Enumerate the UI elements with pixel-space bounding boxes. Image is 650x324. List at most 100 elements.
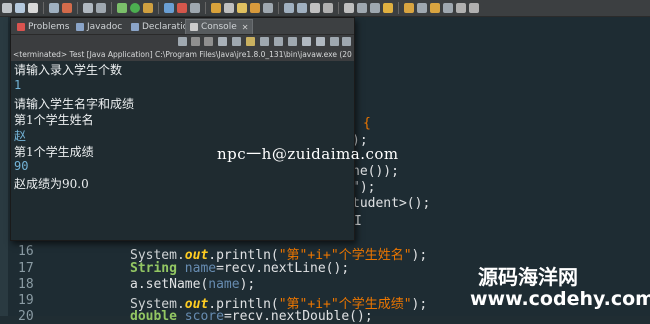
code-token: a.setName( (130, 277, 209, 292)
code-fragment: tudent>(); (352, 196, 431, 211)
editor-gutter (0, 17, 8, 316)
toolbar-separator (338, 2, 339, 14)
code-token: score (184, 309, 224, 324)
code-token: =recv.nextDouble(); (223, 309, 373, 324)
tab-label: Problems (28, 21, 70, 32)
back-arrow-icon[interactable] (404, 3, 414, 13)
site-logo: 源码海洋网 (478, 265, 578, 289)
toolbar-separator (77, 2, 78, 14)
toolbar-icon[interactable] (49, 3, 59, 13)
tab-label: Javadoc (87, 21, 123, 32)
code-line: double score=recv.nextDouble(); (130, 309, 373, 324)
toolbar-icon[interactable] (357, 3, 367, 13)
scroll-lock-icon[interactable] (232, 37, 241, 46)
code-token: name (208, 277, 240, 292)
javadoc-icon (76, 22, 84, 31)
toolbar-icon[interactable] (143, 3, 153, 13)
tab-problems[interactable]: Problems (13, 19, 73, 34)
text-cursor: I (354, 214, 362, 229)
toolbar-icon[interactable] (211, 3, 221, 13)
view-tab-bar: Problems Javadoc Declaration Console ✕ (11, 18, 354, 35)
console-line: 第1个学生姓名 (14, 113, 94, 127)
line-number: 20 (18, 309, 34, 324)
toolbar-icon[interactable] (284, 3, 294, 13)
minimize-icon[interactable] (330, 37, 339, 46)
line-number: 19 (18, 293, 34, 308)
code-token: name (184, 261, 217, 276)
terminate-icon[interactable] (178, 37, 187, 46)
toolbar-icon[interactable] (177, 3, 187, 13)
declaration-icon (131, 22, 139, 31)
toolbar-icon[interactable] (323, 3, 333, 13)
show-on-output-icon[interactable] (260, 37, 269, 46)
toolbar-icon[interactable] (224, 3, 234, 13)
code-fragment: ne()); (352, 164, 399, 179)
toolbar-icon[interactable] (297, 3, 307, 13)
toolbar-icon[interactable] (310, 3, 320, 13)
site-url: www.codehy.com (470, 288, 650, 310)
line-number: 18 (18, 277, 34, 292)
show-on-error-icon[interactable] (274, 37, 283, 46)
line-number: 17 (18, 261, 34, 276)
console-line: 请输入学生名字和成绩 (14, 97, 135, 111)
line-number: 16 (18, 244, 34, 259)
watermark: npc一h@zuidaima.com (217, 145, 399, 163)
toolbar-separator (205, 2, 206, 14)
toolbar-icon[interactable] (344, 3, 354, 13)
code-token: =recv.nextLine(); (216, 261, 350, 276)
toolbar-icon[interactable] (237, 3, 247, 13)
open-console-icon[interactable] (316, 37, 325, 46)
code-token: ); (411, 248, 428, 263)
clear-console-icon[interactable] (218, 37, 227, 46)
forward-arrow-icon[interactable] (430, 3, 440, 13)
tab-label: Console (201, 22, 237, 32)
code-token: double (130, 309, 185, 324)
tab-javadoc[interactable]: Javadoc (72, 19, 126, 34)
code-line: a.setName(name); (130, 277, 255, 292)
code-token: ); (411, 297, 428, 312)
toolbar-separator (398, 2, 399, 14)
toolbar-icon[interactable] (250, 3, 260, 13)
toolbar-separator (43, 2, 44, 14)
maximize-icon[interactable] (342, 37, 351, 46)
console-line: 赵 (14, 129, 27, 143)
console-toolbar (11, 35, 354, 49)
toolbar-icon[interactable] (96, 3, 106, 13)
close-icon[interactable]: ✕ (242, 23, 249, 32)
toolbar-icon[interactable] (263, 3, 273, 13)
toolbar-icon[interactable] (443, 3, 453, 13)
console-status: <terminated> Test [Java Application] C:\… (13, 50, 352, 59)
display-console-icon[interactable] (302, 37, 311, 46)
toolbar-icon[interactable] (190, 3, 200, 13)
main-toolbar (0, 0, 650, 17)
toolbar-icon[interactable] (456, 3, 466, 13)
toolbar-icon[interactable] (28, 3, 38, 13)
remove-launch-icon[interactable] (191, 37, 200, 46)
word-wrap-icon[interactable] (246, 37, 255, 46)
pin-console-icon[interactable] (288, 37, 297, 46)
toolbar-icon[interactable] (62, 3, 72, 13)
toolbar-separator (158, 2, 159, 14)
console-line: 第1个学生成绩 (14, 145, 94, 159)
run-icon[interactable] (130, 3, 140, 13)
console-line: 1 (14, 78, 22, 92)
toolbar-icon[interactable] (83, 3, 93, 13)
remove-all-icon[interactable] (204, 37, 213, 46)
toolbar-separator (278, 2, 279, 14)
toolbar-icon[interactable] (417, 3, 427, 13)
code-line: String name=recv.nextLine(); (130, 261, 349, 276)
code-fragment: { (363, 116, 371, 131)
console-line: 赵成绩为90.0 (14, 177, 89, 191)
debug-icon[interactable] (117, 3, 127, 13)
toolbar-icon[interactable] (383, 3, 393, 13)
code-fragment: "); (352, 180, 376, 195)
toolbar-icon[interactable] (164, 3, 174, 13)
toolbar-icon[interactable] (15, 3, 25, 13)
tab-console[interactable]: Console ✕ (185, 19, 254, 34)
toolbar-separator (111, 2, 112, 14)
console-line: 90 (14, 159, 29, 173)
toolbar-icon[interactable] (469, 3, 479, 13)
toolbar-icon[interactable] (2, 3, 12, 13)
toolbar-icon[interactable] (370, 3, 380, 13)
problems-icon (17, 22, 25, 31)
